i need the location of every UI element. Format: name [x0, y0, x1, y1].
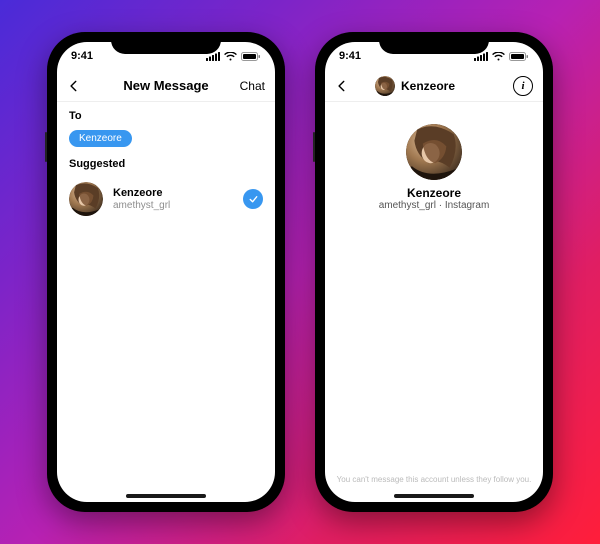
nav-bar: Kenzeore i	[325, 70, 543, 102]
recipient-pill-row: Kenzeore	[57, 128, 275, 152]
selected-check[interactable]	[243, 189, 263, 209]
content-right: Kenzeore amethyst_grl · Instagram You ca…	[325, 102, 543, 502]
wifi-icon	[492, 52, 505, 61]
status-indicators	[474, 52, 529, 61]
nav-bar: New Message Chat	[57, 70, 275, 102]
back-button[interactable]	[67, 79, 107, 93]
info-button[interactable]: i	[493, 76, 533, 96]
home-indicator[interactable]	[126, 494, 206, 498]
gradient-background: 9:41 New Message	[0, 0, 600, 544]
restriction-note: You can't message this account unless th…	[325, 475, 543, 484]
content-left: To Kenzeore Suggested Kenzeore amethyst_…	[57, 102, 275, 502]
to-label: To	[69, 110, 82, 122]
nav-title: New Message	[107, 78, 225, 93]
status-indicators	[206, 52, 261, 61]
notch	[111, 32, 221, 54]
battery-icon	[241, 52, 261, 61]
nav-title: Kenzeore	[401, 79, 455, 93]
suggested-name: Kenzeore	[113, 187, 233, 199]
recipient-pill[interactable]: Kenzeore	[69, 130, 132, 147]
profile-name: Kenzeore	[325, 186, 543, 200]
battery-icon	[509, 52, 529, 61]
notch	[379, 32, 489, 54]
suggested-row[interactable]: Kenzeore amethyst_grl	[57, 176, 275, 222]
back-button[interactable]	[335, 79, 375, 93]
nav-avatar	[375, 76, 395, 96]
chevron-left-icon	[335, 79, 349, 93]
check-icon	[248, 194, 259, 205]
info-icon: i	[513, 76, 533, 96]
phone-frame-left: 9:41 New Message	[47, 32, 285, 512]
avatar	[69, 182, 103, 216]
suggested-text: Kenzeore amethyst_grl	[113, 187, 233, 210]
wifi-icon	[224, 52, 237, 61]
home-indicator[interactable]	[394, 494, 474, 498]
chevron-left-icon	[67, 79, 81, 93]
profile-block: Kenzeore amethyst_grl · Instagram	[325, 102, 543, 211]
suggested-username: amethyst_grl	[113, 200, 233, 211]
screen-left: 9:41 New Message	[57, 42, 275, 502]
screen-right: 9:41	[325, 42, 543, 502]
chat-action[interactable]: Chat	[225, 79, 265, 93]
profile-subtitle: amethyst_grl · Instagram	[325, 200, 543, 211]
status-time: 9:41	[71, 50, 93, 62]
profile-avatar[interactable]	[406, 124, 462, 180]
to-row: To	[57, 102, 275, 128]
phone-frame-right: 9:41	[315, 32, 553, 512]
status-time: 9:41	[339, 50, 361, 62]
nav-profile[interactable]: Kenzeore	[375, 76, 493, 96]
suggested-header: Suggested	[57, 152, 275, 176]
